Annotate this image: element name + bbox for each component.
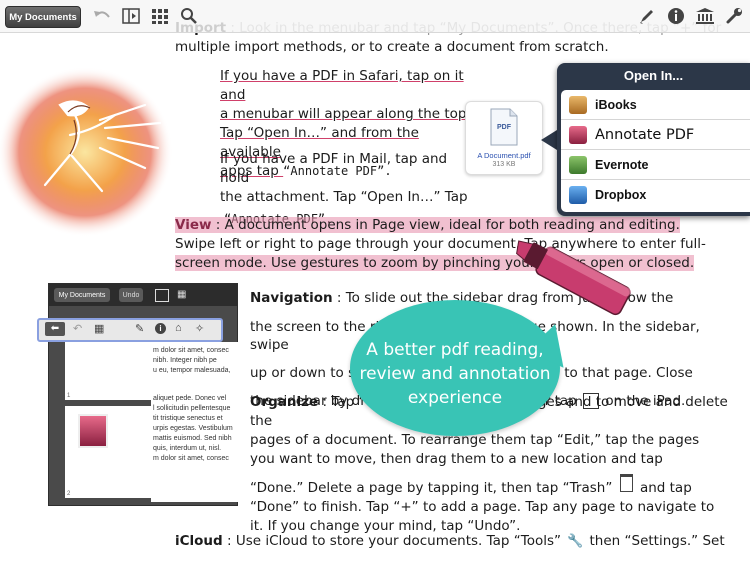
mini-text-line: urpis egestas. Vestibulum	[153, 425, 233, 432]
mini-toolbar: My Documents Undo ▦	[49, 284, 237, 306]
icloud-text: : Use iCloud to store your documents. Ta…	[222, 533, 562, 549]
dropbox-icon	[569, 185, 587, 204]
wrench-icon: 🔧	[567, 534, 584, 549]
library-icon[interactable]	[695, 6, 715, 26]
mini-text-line: m dolor sit amet, consec	[153, 455, 229, 462]
bubble-line: review and annotation	[359, 364, 551, 384]
mini-text-line: nibh. Integer nibh pe	[153, 357, 217, 364]
open-in-popover: Open In... iBooks Annotate PDF Evernote …	[557, 63, 750, 216]
open-in-item-label: Dropbox	[595, 187, 647, 202]
mini-page-1: 1	[65, 342, 151, 400]
tools-icon[interactable]	[724, 6, 744, 26]
grid-icon[interactable]	[150, 6, 170, 26]
sidebar-icon[interactable]	[121, 6, 141, 26]
mini-pencil-icon: ✎	[135, 323, 145, 335]
view-highlight: View : A document opens in Page view, id…	[175, 217, 680, 233]
organize-title: Organize	[250, 394, 319, 410]
ibooks-icon	[569, 95, 587, 114]
icloud-paragraph: iCloud : Use iCloud to store your docume…	[175, 532, 745, 551]
bubble-line: A better pdf reading,	[366, 340, 544, 360]
open-in-item-label: iBooks	[595, 97, 637, 112]
view-line: : A document opens in Page view, ideal f…	[211, 217, 680, 233]
mini-sidebar-icon	[155, 289, 169, 302]
info-icon[interactable]	[666, 6, 686, 26]
mini-text-line: quis, interdum ut, nisl.	[153, 445, 222, 452]
popover-arrow	[541, 130, 557, 150]
file-name: A Document.pdf	[477, 151, 531, 160]
open-in-item-label: Annotate PDF	[595, 126, 695, 143]
mini-text-line: tit tristique senectus et	[153, 415, 223, 422]
mini-grid-icon: ▦	[177, 289, 187, 300]
open-in-dropbox[interactable]: Dropbox	[561, 180, 750, 209]
mini-text-line: u eu, tempor malesuada,	[153, 367, 231, 374]
mini-grid-icon: ▦	[94, 323, 105, 335]
view-title: View	[175, 217, 212, 233]
app-thumbnail-screenshot: My Documents Undo ▦ ⬅ ↶ ▦ ✎ i ⌂ ✧ 1 2 m …	[37, 283, 239, 506]
bubble-line: experience	[407, 388, 503, 408]
top-toolbar: My Documents	[0, 0, 750, 33]
org-line: “Done.” Delete a page by tapping it, the…	[250, 480, 613, 496]
annotate-pdf-app-icon	[78, 414, 108, 448]
mini-info-icon: i	[155, 323, 166, 334]
mini-page-2: 2	[65, 406, 151, 498]
mini-text-line: aliquet pede. Donec vel	[153, 395, 227, 402]
mini-tools-icon: ✧	[195, 323, 205, 335]
org-line: “Done” to finish. Tap “+” to add a page.…	[250, 499, 715, 515]
mini-page-number: 1	[67, 393, 71, 399]
pdf-badge: PDF	[497, 124, 511, 131]
running-girl-illustration	[0, 67, 173, 237]
open-in-list: iBooks Annotate PDF Evernote Dropbox	[561, 90, 750, 212]
mini-text-line: l sollicitudin pellentesque	[153, 405, 231, 412]
icloud-title: iCloud	[175, 533, 223, 549]
mini-library-icon: ⌂	[175, 322, 182, 334]
mini-my-documents-button: My Documents	[54, 288, 110, 302]
mini-undo-button: Undo	[119, 288, 143, 302]
mini-document-area: m dolor sit amet, consec nibh. Integer n…	[151, 342, 239, 502]
mini-undo-icon: ↶	[73, 323, 83, 335]
mini-floating-toolbar: ⬅ ↶ ▦ ✎ i ⌂ ✧	[37, 318, 223, 342]
safari-line: If you have a PDF in Safari, tap on it a…	[220, 68, 464, 103]
undo-icon[interactable]	[92, 6, 112, 26]
open-in-evernote[interactable]: Evernote	[561, 150, 750, 180]
search-icon[interactable]	[179, 6, 199, 26]
highlighter-marker-icon	[516, 240, 631, 316]
annotate-pdf-icon	[569, 125, 587, 144]
pdf-attachment[interactable]: PDF A Document.pdf 313 KB	[465, 101, 543, 175]
my-documents-button[interactable]: My Documents	[5, 6, 81, 28]
open-in-item-label: Evernote	[595, 157, 649, 172]
pencil-icon[interactable]	[637, 6, 657, 26]
evernote-icon	[569, 155, 587, 174]
mini-text-line: m dolor sit amet, consec	[153, 347, 229, 354]
safari-line: a menubar will appear along the top.	[220, 106, 471, 122]
mini-back-icon: ⬅	[45, 322, 65, 336]
navigation-title: Navigation	[250, 290, 333, 306]
org-line: you want to move, then drag them to a ne…	[250, 451, 663, 467]
mini-text-line: mattis euismod. Sed nibh	[153, 435, 232, 442]
mail-line: the attachment. Tap “Open In…” Tap	[220, 189, 468, 205]
mini-page-number: 2	[67, 491, 71, 497]
org-line: and tap	[639, 480, 692, 496]
mail-line: If you have a PDF in Mail, tap and hold	[220, 151, 448, 186]
icloud-text-2: then “Settings.” Set	[589, 533, 725, 549]
open-in-title: Open In...	[623, 68, 684, 83]
open-in-ibooks[interactable]: iBooks	[561, 90, 750, 120]
trash-icon	[619, 474, 633, 492]
bubble-text: A better pdf reading, review and annotat…	[350, 338, 560, 410]
file-size: 313 KB	[492, 161, 516, 168]
import-text-2: multiple import methods, or to create a …	[175, 39, 609, 55]
open-in-annotate-pdf[interactable]: Annotate PDF	[561, 120, 750, 150]
